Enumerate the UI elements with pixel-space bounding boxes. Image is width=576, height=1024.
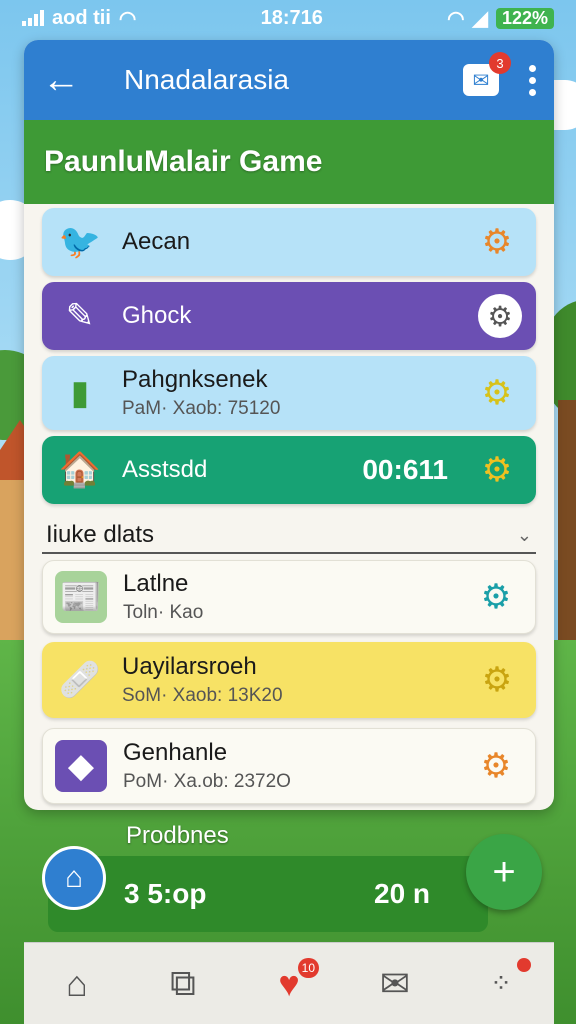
progress-value-left: 3 5:op [124, 878, 207, 909]
section-label: Iiuke dlats [46, 521, 155, 548]
wifi-icon: ◠ [447, 7, 465, 30]
tree-trunk [558, 400, 576, 640]
status-bar: aod tii ◠ 18:716 ◠ ◢ 122% [0, 0, 576, 36]
item-subtitle: SoM· Xaob: 13K20 [122, 685, 283, 706]
nav-favorites[interactable]: ♥ 10 [261, 956, 319, 1012]
more-options-icon[interactable] [529, 64, 536, 96]
item-list: 🐦 Aecan ⚙ ✎ Ghock ⚙ ▮ Pahgnksenek PaM· X… [24, 208, 554, 804]
list-item-latlne[interactable]: 📰 Latlne Toln· Kao ⚙ [42, 560, 536, 634]
nav-map[interactable]: ⧉ [155, 956, 211, 1012]
item-label: Aecan [122, 228, 191, 255]
list-item-pahgnksenek[interactable]: ▮ Pahgnksenek PaM· Xaob: 75120 ⚙ [42, 356, 536, 430]
cell-signal-icon: ◢ [472, 7, 488, 30]
battery-indicator: 122% [495, 7, 554, 29]
item-label: Uayilarsroeh [122, 653, 257, 680]
grid-dots-icon: ⁘ [490, 968, 512, 998]
game-title: PaunluMalair Game [44, 145, 323, 178]
list-item-genhanle[interactable]: ◆ Genhanle PoM· Xa.ob: 2372O ⚙ [42, 728, 536, 804]
game-title-bar: PaunluMalair Game [24, 120, 554, 204]
map-icon: ⧉ [170, 962, 196, 1003]
list-item-uayilarsroeh[interactable]: 🩹 Uayilarsroeh SoM· Xaob: 13K20 ⚙ [42, 642, 536, 718]
item-text: Ghock [122, 302, 478, 330]
bottom-navigation: ⌂ ⧉ ♥ 10 ✉ ⁘ [24, 942, 554, 1024]
item-text: Asstsdd [122, 456, 362, 484]
progress-value-right: 20 n [374, 878, 431, 909]
plus-icon: + [492, 849, 516, 894]
carrier-text: aod tii [52, 6, 111, 29]
home-arch-icon: ⌂ [64, 861, 84, 894]
section-header[interactable]: Iiuke dlats ⌄ [42, 518, 536, 554]
item-label: Ghock [122, 302, 192, 329]
add-button[interactable]: + [466, 834, 542, 910]
gear-icon[interactable]: ⚙ [471, 741, 521, 791]
gear-icon[interactable]: ⚙ [471, 572, 521, 622]
item-label: Asstsdd [122, 456, 208, 483]
item-label: Genhanle [123, 739, 228, 766]
item-text: Genhanle PoM· Xa.ob: 2372O [123, 739, 471, 793]
home-icon: ⌂ [66, 962, 88, 1004]
battery-icon: ▮ [70, 374, 90, 412]
item-timer: 00:611 [362, 454, 448, 485]
app-title: Nnadalarasia [124, 64, 289, 95]
item-label: Latlne [123, 570, 189, 597]
clock: 18:716 [260, 6, 323, 29]
item-text: Latlne Toln· Kao [123, 570, 471, 624]
chevron-down-icon[interactable]: ⌄ [517, 525, 532, 546]
item-subtitle: Toln· Kao [123, 602, 204, 623]
status-right: ◠ ◢ 122% [447, 6, 554, 31]
item-subtitle: PaM· Xaob: 75120 [122, 398, 281, 419]
gear-icon[interactable]: ⚙ [472, 217, 522, 267]
progress-label: Prodbnes [126, 822, 229, 849]
gear-icon[interactable]: ⚙ [478, 294, 522, 338]
item-text: Aecan [122, 228, 472, 256]
nav-more[interactable]: ⁘ [473, 956, 531, 1012]
app-bar: ← Nnadalarasia ✉ 3 [24, 40, 554, 120]
status-left: aod tii ◠ [22, 6, 136, 31]
mail-button[interactable]: ✉ 3 [463, 52, 511, 96]
back-arrow-icon[interactable]: ← [42, 59, 102, 102]
home-fab-button[interactable]: ⌂ [42, 846, 106, 910]
favorites-badge: 10 [297, 957, 319, 978]
nav-home[interactable]: ⌂ [49, 956, 105, 1012]
paper-knife-icon: ✎ [65, 297, 95, 335]
item-text: Pahgnksenek PaM· Xaob: 75120 [122, 366, 472, 420]
item-text: Uayilarsroeh SoM· Xaob: 13K20 [122, 653, 472, 707]
envelope-icon: ✉ [472, 69, 490, 92]
gear-icon[interactable]: ⚙ [472, 445, 522, 495]
envelope-icon: ✉ [379, 962, 411, 1004]
bird-icon: 🐦 [58, 223, 102, 261]
house-icon: 🏠 [58, 451, 102, 489]
gear-icon[interactable]: ⚙ [472, 368, 522, 418]
gear-icon[interactable]: ⚙ [472, 655, 522, 705]
wifi-icon: ◠ [118, 7, 137, 30]
tape-icon: 🩹 [58, 661, 102, 699]
mail-badge: 3 [489, 52, 511, 74]
list-item-aecan[interactable]: 🐦 Aecan ⚙ [42, 208, 536, 276]
list-item-ghock[interactable]: ✎ Ghock ⚙ [42, 282, 536, 350]
progress-panel: 3 5:op 20 n [48, 856, 488, 932]
heart-icon: ♥ [278, 962, 300, 1004]
newspaper-icon: 📰 [55, 571, 107, 623]
main-card: ← Nnadalarasia ✉ 3 PaunluMalair Game 🐦 A… [24, 40, 554, 810]
signal-icon [22, 10, 44, 26]
item-label: Pahgnksenek [122, 366, 268, 393]
ice-pop-icon: ◆ [55, 740, 107, 792]
list-item-asstsdd[interactable]: 🏠 Asstsdd 00:611 ⚙ [42, 436, 536, 504]
nav-messages[interactable]: ✉ [367, 956, 423, 1012]
more-badge [517, 957, 531, 972]
item-subtitle: PoM· Xa.ob: 2372O [123, 771, 291, 792]
